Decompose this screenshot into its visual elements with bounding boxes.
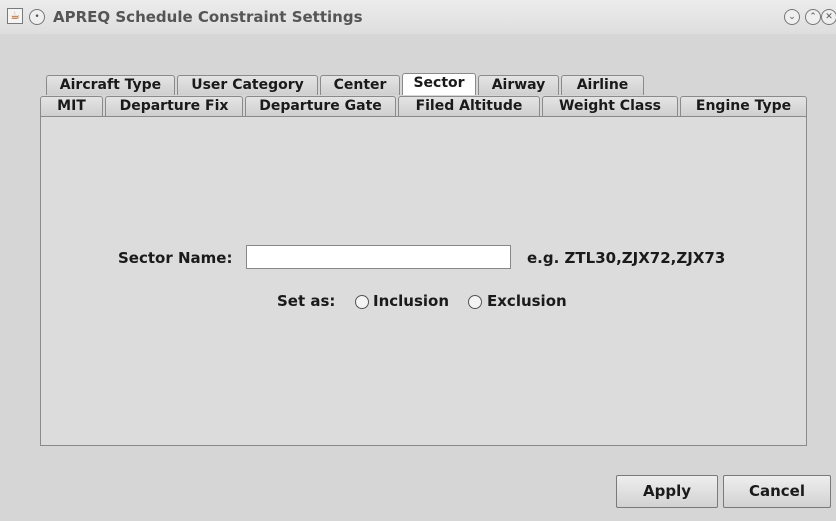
java-app-icon[interactable]: ☕ xyxy=(7,8,23,24)
tab-content-panel xyxy=(40,116,807,446)
tab-weight-class[interactable]: Weight Class xyxy=(542,96,678,116)
window-title: APREQ Schedule Constraint Settings xyxy=(53,8,363,26)
close-icon[interactable]: ✕ xyxy=(821,9,836,25)
tab-engine-type[interactable]: Engine Type xyxy=(680,96,807,116)
maximize-icon[interactable]: ⌃ xyxy=(805,9,821,25)
sector-name-input[interactable] xyxy=(246,245,511,269)
sector-name-label: Sector Name: xyxy=(118,249,233,267)
exclusion-label[interactable]: Exclusion xyxy=(487,292,567,310)
tab-departure-gate[interactable]: Departure Gate xyxy=(245,96,396,116)
tab-filed-altitude[interactable]: Filed Altitude xyxy=(398,96,540,116)
menu-circle-icon[interactable]: • xyxy=(29,9,45,25)
tab-user-category[interactable]: User Category xyxy=(177,75,318,95)
minimize-icon[interactable]: ⌄ xyxy=(784,9,800,25)
tab-center[interactable]: Center xyxy=(320,75,400,95)
tab-aircraft-type[interactable]: Aircraft Type xyxy=(46,75,175,95)
exclusion-radio[interactable] xyxy=(468,295,482,309)
apply-button[interactable]: Apply xyxy=(616,475,718,508)
inclusion-radio[interactable] xyxy=(355,295,369,309)
sector-example-hint: e.g. ZTL30,ZJX72,ZJX73 xyxy=(527,249,726,267)
tab-mit[interactable]: MIT xyxy=(40,96,103,116)
tab-sector[interactable]: Sector xyxy=(402,73,476,95)
set-as-label: Set as: xyxy=(277,292,336,310)
title-bar: ☕ • APREQ Schedule Constraint Settings ⌄… xyxy=(0,0,836,34)
tab-airway[interactable]: Airway xyxy=(478,75,559,95)
cancel-button[interactable]: Cancel xyxy=(723,475,831,508)
tab-airline[interactable]: Airline xyxy=(561,75,644,95)
inclusion-label[interactable]: Inclusion xyxy=(373,292,449,310)
tab-departure-fix[interactable]: Departure Fix xyxy=(105,96,243,116)
